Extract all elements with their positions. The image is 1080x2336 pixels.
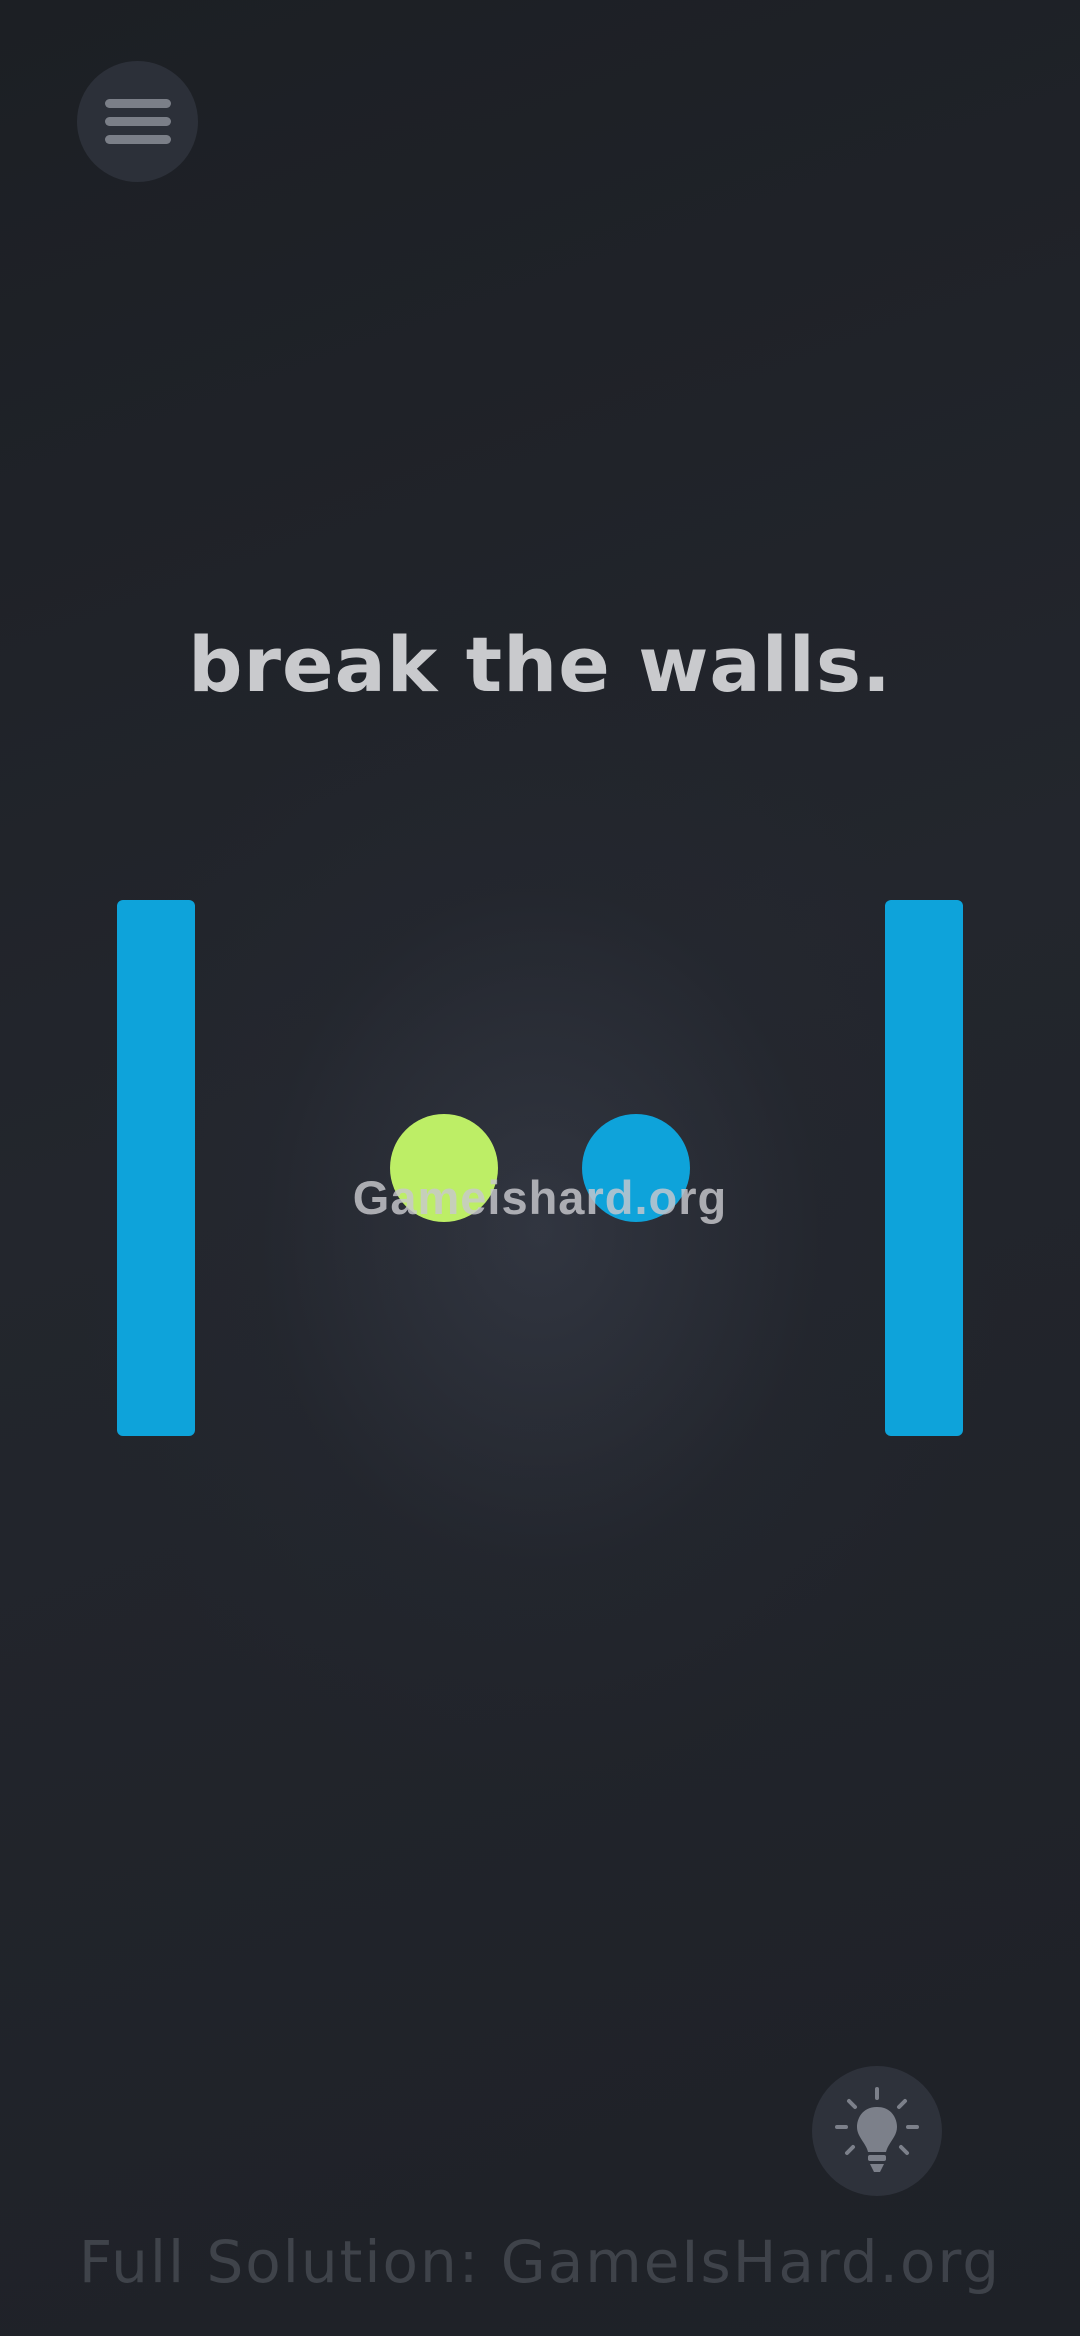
left-wall[interactable] (117, 900, 195, 1436)
lightbulb-icon (835, 2087, 919, 2172)
menu-icon-line-middle (104, 117, 171, 126)
menu-icon-line-bottom (104, 135, 171, 144)
hint-button[interactable] (812, 2066, 942, 2196)
right-wall[interactable] (885, 900, 963, 1436)
footer-solution-text: Full Solution: GameIsHard.org (78, 2228, 1002, 2296)
game-scene: break the walls. Gameishard.org Full Sol… (0, 0, 1080, 2336)
menu-button[interactable] (77, 61, 198, 182)
level-instruction: break the walls. (188, 620, 892, 709)
watermark-text: Gameishard.org (352, 1171, 728, 1224)
menu-icon-line-top (104, 99, 171, 108)
